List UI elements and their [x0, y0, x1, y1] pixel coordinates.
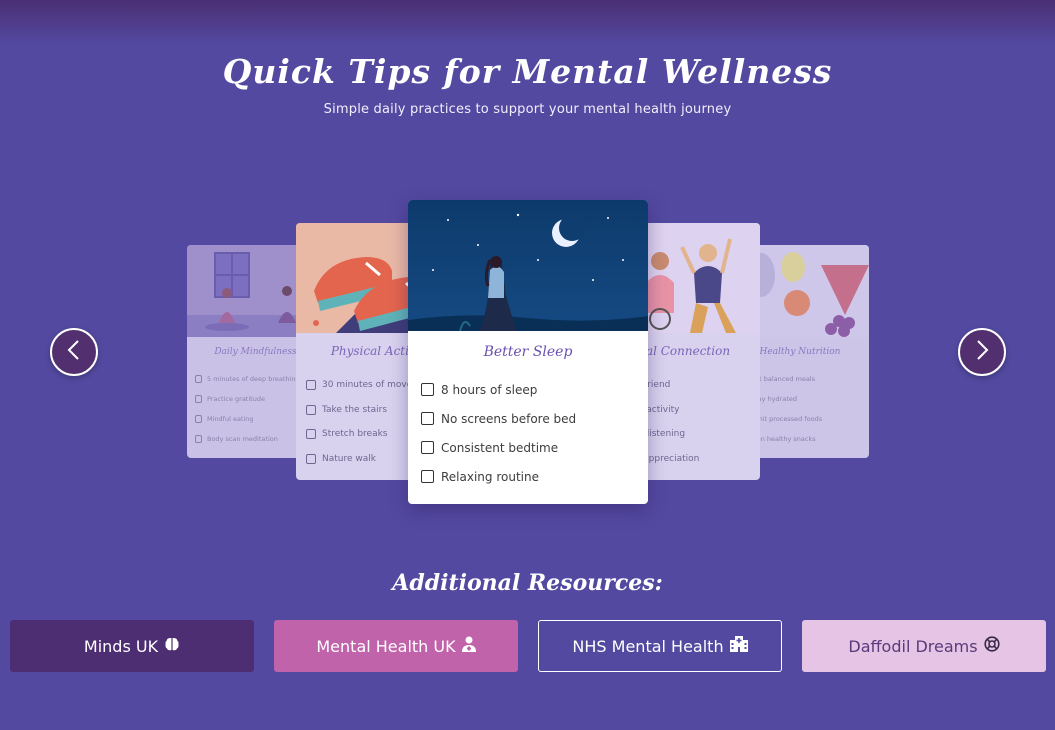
resource-label: Mental Health UK: [316, 636, 456, 656]
carousel-next-button[interactable]: [958, 328, 1006, 376]
resource-label: Minds UK: [83, 636, 159, 656]
resource-button-mental-health-uk[interactable]: Mental Health UK: [274, 620, 518, 672]
page-title: Quick Tips for Mental Wellness: [222, 52, 833, 91]
tip-item[interactable]: Body scan meditation: [195, 429, 300, 449]
life-ring-icon: [983, 636, 1000, 656]
tip-checkbox[interactable]: [421, 412, 434, 425]
tip-checkbox[interactable]: [421, 470, 434, 483]
tip-checkbox[interactable]: [195, 435, 202, 443]
resource-label: Daffodil Dreams: [848, 636, 978, 656]
tip-checkbox[interactable]: [195, 395, 202, 403]
tip-item[interactable]: Consistent bedtime: [421, 433, 576, 462]
resource-button-daffodil-dreams[interactable]: Daffodil Dreams: [802, 620, 1046, 672]
page-subtitle: Simple daily practices to support your m…: [323, 102, 732, 117]
resource-label: NHS Mental Health: [572, 636, 724, 656]
tip-checkbox[interactable]: [421, 441, 434, 454]
chevron-right-icon: [974, 339, 990, 365]
tip-checkbox[interactable]: [306, 429, 316, 440]
resource-button-minds-uk[interactable]: Minds UK: [10, 620, 254, 672]
tip-card-better-sleep[interactable]: Better Sleep 8 hours of sleep No screens…: [408, 200, 648, 504]
tip-item[interactable]: Practice gratitude: [195, 389, 300, 409]
tip-checkbox[interactable]: [306, 453, 316, 464]
carousel-prev-button[interactable]: [50, 328, 98, 376]
tip-checkbox[interactable]: [195, 415, 202, 423]
card-title: Better Sleep: [483, 344, 573, 360]
tip-item[interactable]: 5 minutes of deep breathing: [195, 369, 300, 389]
resource-button-nhs-mental-health[interactable]: NHS Mental Health: [538, 620, 782, 672]
tip-checkbox[interactable]: [306, 380, 316, 391]
night-sky-illustration: [408, 200, 648, 331]
tip-item[interactable]: 8 hours of sleep: [421, 375, 576, 404]
hospital-icon: [729, 636, 748, 656]
tip-item[interactable]: Relaxing routine: [421, 462, 576, 491]
resources-title: Additional Resources:: [392, 570, 663, 596]
chevron-left-icon: [66, 339, 82, 365]
user-doctor-icon: [461, 636, 476, 656]
tip-list: 8 hours of sleep No screens before bed C…: [421, 375, 576, 491]
tip-list: 5 minutes of deep breathing Practice gra…: [195, 369, 300, 449]
top-shade: [0, 0, 1055, 44]
brain-icon: [164, 636, 180, 656]
tip-checkbox[interactable]: [195, 375, 202, 383]
tip-item[interactable]: Mindful eating: [195, 409, 300, 429]
tip-checkbox[interactable]: [306, 404, 316, 415]
tip-item[interactable]: No screens before bed: [421, 404, 576, 433]
tip-checkbox[interactable]: [421, 383, 434, 396]
